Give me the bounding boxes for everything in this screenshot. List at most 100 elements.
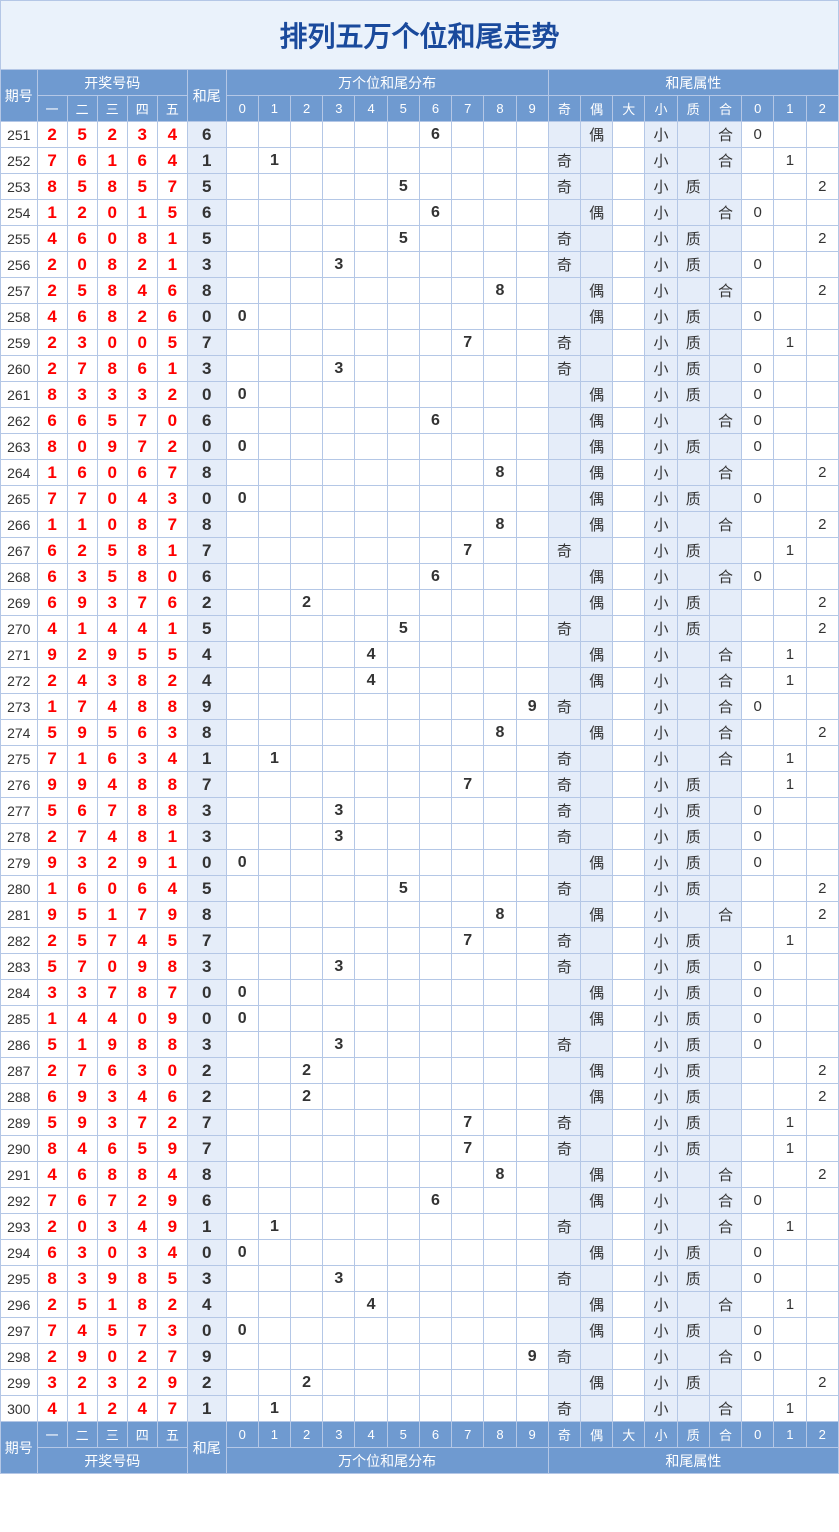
dist-cell: [387, 330, 419, 356]
attr-cell: [774, 174, 806, 200]
issue-cell: 276: [1, 772, 38, 798]
header-distcol: 6: [419, 96, 451, 122]
draw-digit: 8: [127, 980, 157, 1006]
attr-cell: [548, 512, 580, 538]
attr-cell: 奇: [548, 538, 580, 564]
attr-cell: [806, 330, 838, 356]
tail-cell: 6: [187, 564, 226, 590]
draw-digit: 2: [37, 356, 67, 382]
dist-cell: [355, 1370, 387, 1396]
attr-cell: 质: [677, 954, 709, 980]
dist-cell: [226, 746, 258, 772]
dist-cell: [387, 486, 419, 512]
tail-cell: 8: [187, 278, 226, 304]
attr-cell: 质: [677, 1006, 709, 1032]
draw-digit: 7: [157, 174, 187, 200]
table-row: 2843378700偶小质0: [1, 980, 839, 1006]
dist-cell: [323, 746, 355, 772]
attr-cell: 0: [742, 798, 774, 824]
issue-cell: 290: [1, 1136, 38, 1162]
table-row: 2946303400偶小质0: [1, 1240, 839, 1266]
attr-cell: [709, 954, 741, 980]
attr-cell: [742, 174, 774, 200]
dist-cell: [484, 330, 516, 356]
draw-digit: 5: [67, 122, 97, 148]
dist-cell: [419, 1214, 451, 1240]
draw-digit: 0: [97, 1240, 127, 1266]
draw-digit: 4: [127, 486, 157, 512]
attr-cell: [580, 1266, 612, 1292]
dist-cell: [291, 330, 323, 356]
dist-cell: [323, 382, 355, 408]
header-distcol: 5: [387, 96, 419, 122]
attr-cell: 小: [645, 850, 677, 876]
tail-cell: 0: [187, 304, 226, 330]
draw-digit: 3: [37, 980, 67, 1006]
attr-cell: [580, 798, 612, 824]
attr-cell: [742, 1292, 774, 1318]
draw-digit: 1: [37, 694, 67, 720]
attr-cell: 小: [645, 486, 677, 512]
attr-cell: [774, 798, 806, 824]
dist-cell: [419, 512, 451, 538]
footer-distcol: 8: [484, 1422, 516, 1448]
dist-cell: 2: [291, 1058, 323, 1084]
table-row: 2602786133奇小质0: [1, 356, 839, 382]
dist-cell: [387, 1084, 419, 1110]
dist-cell: [291, 772, 323, 798]
tail-cell: 8: [187, 720, 226, 746]
tail-cell: 5: [187, 174, 226, 200]
issue-cell: 286: [1, 1032, 38, 1058]
attr-cell: 质: [677, 330, 709, 356]
attr-cell: 0: [742, 486, 774, 512]
dist-cell: [419, 1370, 451, 1396]
attr-cell: [613, 928, 645, 954]
attr-cell: 奇: [548, 330, 580, 356]
draw-digit: 7: [67, 954, 97, 980]
dist-cell: [419, 720, 451, 746]
attr-cell: [677, 512, 709, 538]
dist-cell: [258, 1344, 290, 1370]
attr-cell: [580, 746, 612, 772]
attr-cell: 质: [677, 356, 709, 382]
attr-cell: [677, 1162, 709, 1188]
tail-cell: 3: [187, 1266, 226, 1292]
draw-digit: 6: [37, 1084, 67, 1110]
dist-cell: [516, 980, 548, 1006]
attr-cell: [742, 1058, 774, 1084]
draw-digit: 6: [157, 590, 187, 616]
table-row: 2801606455奇小质2: [1, 876, 839, 902]
dist-cell: [452, 460, 484, 486]
issue-cell: 288: [1, 1084, 38, 1110]
draw-digit: 1: [37, 200, 67, 226]
attr-cell: 偶: [580, 278, 612, 304]
table-body: 2512523466偶小合02527616411奇小合12538585755奇小…: [1, 122, 839, 1422]
dist-cell: [419, 772, 451, 798]
attr-cell: 小: [645, 1396, 677, 1422]
dist-cell: [452, 1318, 484, 1344]
draw-digit: 7: [97, 980, 127, 1006]
dist-cell: [516, 902, 548, 928]
dist-cell: [355, 1188, 387, 1214]
dist-cell: [484, 850, 516, 876]
attr-cell: [774, 590, 806, 616]
tail-cell: 5: [187, 226, 226, 252]
header-attrcol: 质: [677, 96, 709, 122]
dist-cell: [484, 408, 516, 434]
attr-cell: 奇: [548, 1110, 580, 1136]
draw-digit: 2: [67, 642, 97, 668]
attr-cell: 合: [709, 200, 741, 226]
dist-cell: 8: [484, 720, 516, 746]
attr-cell: [806, 356, 838, 382]
draw-digit: 8: [37, 382, 67, 408]
dist-cell: [226, 1292, 258, 1318]
draw-digit: 3: [127, 1058, 157, 1084]
attr-cell: [774, 1344, 806, 1370]
attr-cell: 小: [645, 928, 677, 954]
attr-cell: 1: [774, 1110, 806, 1136]
dist-cell: 9: [516, 1344, 548, 1370]
dist-cell: [484, 954, 516, 980]
attr-cell: [613, 278, 645, 304]
draw-digit: 8: [37, 174, 67, 200]
issue-cell: 294: [1, 1240, 38, 1266]
